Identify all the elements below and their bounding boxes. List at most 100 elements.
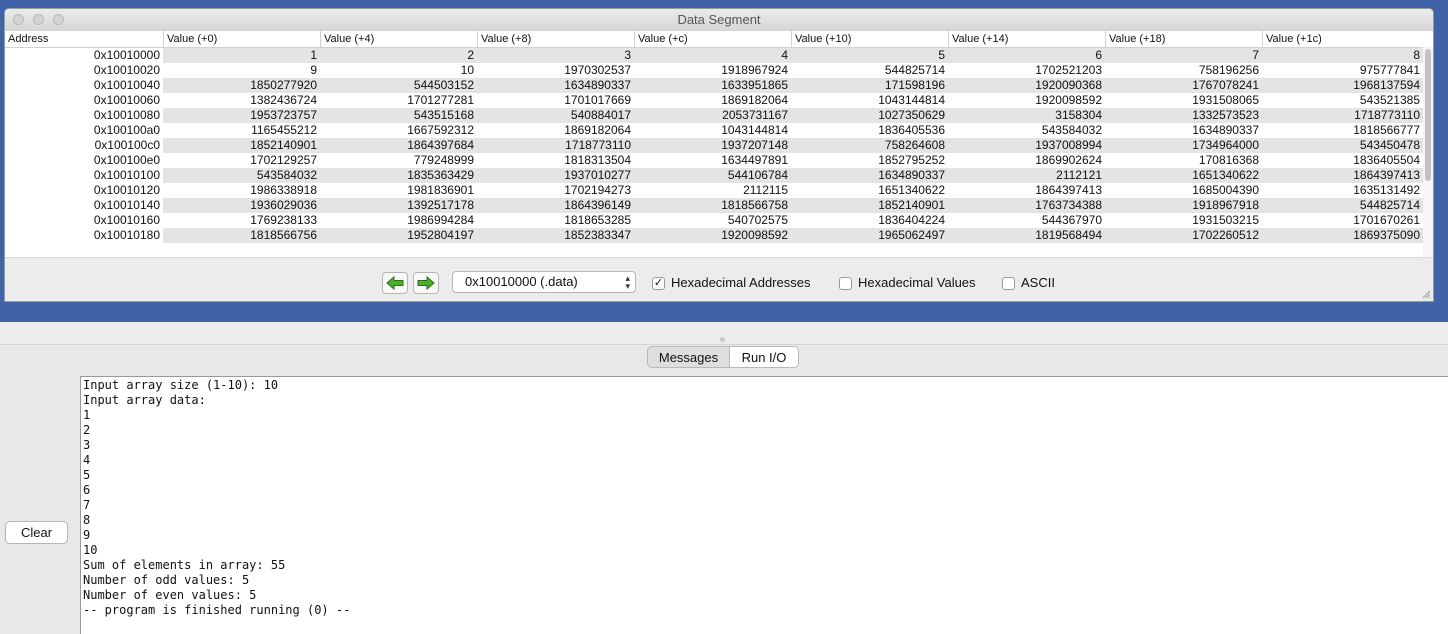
value-cell[interactable]: 1769238133	[163, 213, 320, 228]
value-cell[interactable]: 1718773110	[1262, 108, 1423, 123]
value-cell[interactable]: 1981836901	[320, 183, 477, 198]
value-cell[interactable]: 1818566777	[1262, 123, 1423, 138]
table-row[interactable]: 0x10010140 1936029036 1392517178 1864396149…	[5, 198, 1423, 213]
value-cell[interactable]: 6	[948, 48, 1105, 63]
value-cell[interactable]: 1937010277	[477, 168, 634, 183]
column-header[interactable]: Value (+0)	[163, 31, 320, 47]
value-cell[interactable]: 1635131492	[1262, 183, 1423, 198]
value-cell[interactable]: 2	[320, 48, 477, 63]
value-cell[interactable]: 1702260512	[1105, 228, 1262, 243]
value-cell[interactable]: 1968137594	[1262, 78, 1423, 93]
value-cell[interactable]: 543450478	[1262, 138, 1423, 153]
hex-values-checkbox[interactable]	[839, 277, 852, 290]
value-cell[interactable]: 1864397413	[948, 183, 1105, 198]
value-cell[interactable]: 543584032	[163, 168, 320, 183]
value-cell[interactable]: 1767078241	[1105, 78, 1262, 93]
value-cell[interactable]: 1382436724	[163, 93, 320, 108]
value-cell[interactable]: 9	[163, 63, 320, 78]
table-row[interactable]: 0x10010080 1953723757 543515168 540884017 20…	[5, 108, 1423, 123]
value-cell[interactable]: 1920090368	[948, 78, 1105, 93]
tab-run-io[interactable]: Run I/O	[729, 346, 799, 368]
value-cell[interactable]: 758196256	[1105, 63, 1262, 78]
value-cell[interactable]: 1931503215	[1105, 213, 1262, 228]
value-cell[interactable]: 1850277920	[163, 78, 320, 93]
value-cell[interactable]: 1685004390	[1105, 183, 1262, 198]
value-cell[interactable]: 1763734388	[948, 198, 1105, 213]
table-row[interactable]: 0x10010040 1850277920 544503152 1634890337 1…	[5, 78, 1423, 93]
value-cell[interactable]: 540702575	[634, 213, 791, 228]
value-cell[interactable]: 1818653285	[477, 213, 634, 228]
column-header[interactable]: Value (+c)	[634, 31, 791, 47]
value-cell[interactable]: 1818566756	[163, 228, 320, 243]
window-titlebar[interactable]: Data Segment	[5, 9, 1433, 32]
value-cell[interactable]: 5	[791, 48, 948, 63]
table-row[interactable]: 0x10010000 1 2 3 4 5 6 7 8	[5, 48, 1423, 63]
value-cell[interactable]: 1702194273	[477, 183, 634, 198]
value-cell[interactable]: 1965062497	[791, 228, 948, 243]
value-cell[interactable]: 1869182064	[634, 93, 791, 108]
vertical-scrollbar[interactable]	[1423, 47, 1433, 257]
value-cell[interactable]: 544503152	[320, 78, 477, 93]
value-cell[interactable]: 543584032	[948, 123, 1105, 138]
value-cell[interactable]: 8	[1262, 48, 1423, 63]
value-cell[interactable]: 1836404224	[791, 213, 948, 228]
value-cell[interactable]: 1986338918	[163, 183, 320, 198]
value-cell[interactable]: 779248999	[320, 153, 477, 168]
value-cell[interactable]: 1392517178	[320, 198, 477, 213]
column-header[interactable]: Value (+10)	[791, 31, 948, 47]
value-cell[interactable]: 1835363429	[320, 168, 477, 183]
value-cell[interactable]: 1701017669	[477, 93, 634, 108]
value-cell[interactable]: 1818313504	[477, 153, 634, 168]
value-cell[interactable]: 2112115	[634, 183, 791, 198]
value-cell[interactable]: 1970302537	[477, 63, 634, 78]
value-cell[interactable]: 758264608	[791, 138, 948, 153]
value-cell[interactable]: 2053731167	[634, 108, 791, 123]
value-cell[interactable]: 1869902624	[948, 153, 1105, 168]
column-header[interactable]: Value (+8)	[477, 31, 634, 47]
value-cell[interactable]: 1818566758	[634, 198, 791, 213]
column-header[interactable]: Value (+1c)	[1262, 31, 1423, 47]
value-cell[interactable]: 1819568494	[948, 228, 1105, 243]
value-cell[interactable]: 1852140901	[163, 138, 320, 153]
value-cell[interactable]: 1701670261	[1262, 213, 1423, 228]
value-cell[interactable]: 3	[477, 48, 634, 63]
value-cell[interactable]: 544825714	[791, 63, 948, 78]
value-cell[interactable]: 1701277281	[320, 93, 477, 108]
value-cell[interactable]: 1165455212	[163, 123, 320, 138]
value-cell[interactable]: 540884017	[477, 108, 634, 123]
column-header[interactable]: Value (+4)	[320, 31, 477, 47]
table-row[interactable]: 0x100100c0 1852140901 1864397684 1718773110…	[5, 138, 1423, 153]
value-cell[interactable]: 1931508065	[1105, 93, 1262, 108]
value-cell[interactable]: 1920098592	[948, 93, 1105, 108]
scrollbar-thumb[interactable]	[1425, 49, 1431, 181]
hex-values-label[interactable]: Hexadecimal Values	[858, 275, 976, 290]
value-cell[interactable]: 1634890337	[791, 168, 948, 183]
resize-grip-icon[interactable]	[1421, 289, 1431, 299]
hex-addresses-label[interactable]: Hexadecimal Addresses	[671, 275, 810, 290]
value-cell[interactable]: 1936029036	[163, 198, 320, 213]
previous-segment-button[interactable]	[382, 272, 408, 294]
ascii-label[interactable]: ASCII	[1021, 275, 1055, 290]
value-cell[interactable]: 1836405504	[1262, 153, 1423, 168]
value-cell[interactable]: 1869182064	[477, 123, 634, 138]
value-cell[interactable]: 1852140901	[791, 198, 948, 213]
value-cell[interactable]: 1918967918	[1105, 198, 1262, 213]
split-pane-divider[interactable]	[0, 322, 1448, 345]
column-header[interactable]: Value (+14)	[948, 31, 1105, 47]
value-cell[interactable]: 1	[163, 48, 320, 63]
value-cell[interactable]: 543515168	[320, 108, 477, 123]
value-cell[interactable]: 1864397413	[1262, 168, 1423, 183]
table-row[interactable]: 0x10010180 1818566756 1952804197 1852383347…	[5, 228, 1423, 243]
value-cell[interactable]: 1634890337	[477, 78, 634, 93]
table-row[interactable]: 0x100100e0 1702129257 779248999 1818313504 1…	[5, 153, 1423, 168]
value-cell[interactable]: 1734964000	[1105, 138, 1262, 153]
value-cell[interactable]: 1937008994	[948, 138, 1105, 153]
value-cell[interactable]: 7	[1105, 48, 1262, 63]
value-cell[interactable]: 4	[634, 48, 791, 63]
value-cell[interactable]: 1651340622	[791, 183, 948, 198]
value-cell[interactable]: 2112121	[948, 168, 1105, 183]
value-cell[interactable]: 1864396149	[477, 198, 634, 213]
value-cell[interactable]: 544106784	[634, 168, 791, 183]
value-cell[interactable]: 1864397684	[320, 138, 477, 153]
value-cell[interactable]: 1634497891	[634, 153, 791, 168]
